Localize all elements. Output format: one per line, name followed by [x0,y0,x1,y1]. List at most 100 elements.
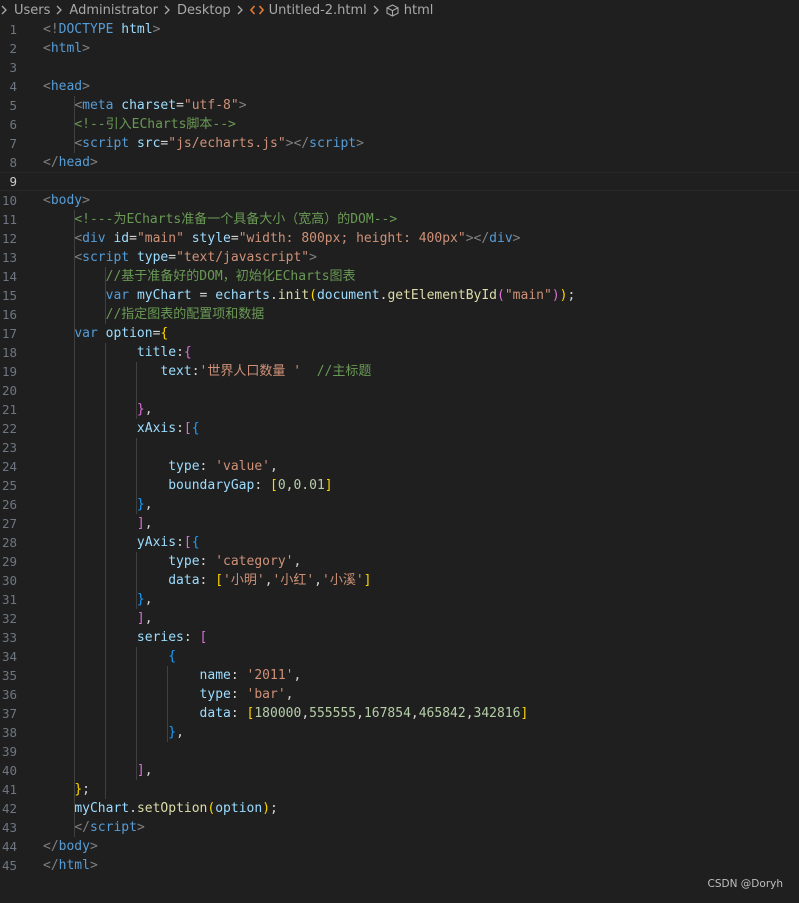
code-text: < div id = "main" style = "width: 800px; heig… [43,229,520,248]
code-line[interactable]: 42 myChart. setOption(option); [0,799,799,818]
code-line[interactable]: 40 ], [0,761,799,780]
code-token: } [74,782,83,797]
breadcrumb-item-file[interactable]: Untitled-2.html [269,3,367,18]
line-number: 36 [1,687,17,702]
code-line[interactable]: 43 </script > [0,818,799,837]
code-line[interactable]: 25 boundaryGap: [0, 0.01] [0,476,799,495]
code-token: "utf-8" [183,98,239,113]
code-line[interactable]: 19 text: '世界人口数量 ' //主标题 [0,362,799,381]
code-token: style [191,231,231,246]
code-line[interactable]: 26 }, [0,495,799,514]
code-line[interactable]: 34 { [0,647,799,666]
code-line[interactable]: 30 data: ['小明', '小红', '小溪'] [0,571,799,590]
code-line[interactable]: 6 <!--引入ECharts脚本--> [0,115,799,134]
code-line[interactable]: 9 [0,172,799,191]
code-editor[interactable]: 1 <! DOCTYPE html >2 < html >3 4 < head >5 < meta c… [0,20,799,884]
code-line[interactable]: 14 //基于准备好的DOM，初始化ECharts图表 [0,267,799,286]
code-text: myChart. setOption(option); [43,799,278,818]
code-line[interactable]: 20 [0,381,799,400]
code-text: < html > [43,39,90,58]
code-line[interactable]: 1 <! DOCTYPE html > [0,20,799,39]
code-line[interactable]: 17 var option ={ [0,324,799,343]
line-number: 24 [1,459,17,474]
breadcrumb-item-html[interactable]: html [404,3,434,18]
code-token: name [199,668,231,683]
code-token: { [160,326,169,341]
code-token: = [168,250,177,265]
code-line[interactable]: 10 < body > [0,191,799,210]
code-line[interactable]: 4 < head > [0,77,799,96]
code-token: type [136,250,169,265]
code-line[interactable]: 45 </html > [0,856,799,875]
line-number: 10 [1,193,17,208]
code-text: data: ['小明', '小红', '小溪'] [43,571,371,590]
code-line[interactable]: 29 type: 'category', [0,552,799,571]
code-token: [ [246,706,255,721]
code-token: { [191,421,200,436]
code-line[interactable]: 27 ], [0,514,799,533]
breadcrumb-item-desktop[interactable]: Desktop [177,3,231,18]
code-token: [ [215,573,224,588]
code-token: echarts [215,288,271,303]
code-token: document [316,288,380,303]
breadcrumb-item-users[interactable]: Users [14,3,50,18]
code-line[interactable]: 5 < meta charset = "utf-8" > [0,96,799,115]
code-line[interactable]: 21 }, [0,400,799,419]
code-token: < [43,41,51,56]
code-line[interactable]: 36 type: 'bar', [0,685,799,704]
indent-guide [136,647,137,780]
code-token: ></ [465,231,490,246]
code-line[interactable]: 44 </body > [0,837,799,856]
line-number: 4 [9,79,17,94]
code-line[interactable]: 41 }; [0,780,799,799]
code-line[interactable]: 37 data: [180000, 555555, 167854, 465842, 34… [0,704,799,723]
code-line[interactable]: 23 [0,438,799,457]
code-token: data [168,573,200,588]
code-text: }; [43,780,90,799]
code-line[interactable]: 38 }, [0,723,799,742]
code-token: src [136,136,161,151]
code-line[interactable]: 24 type: 'value', [0,457,799,476]
code-token: option [105,326,153,341]
code-token: DOCTYPE [58,22,114,37]
code-token: = [160,136,169,151]
code-line[interactable]: 7 < script src = "js/echarts.js" ></script > [0,134,799,153]
code-text: </script > [43,818,144,837]
code-token: = [152,326,161,341]
code-token: < [74,136,83,151]
code-line[interactable]: 33 series: [ [0,628,799,647]
code-line[interactable]: 3 [0,58,799,77]
code-line[interactable]: 2 < html > [0,39,799,58]
code-line[interactable]: 11 <!---为ECharts准备一个具备大小（宽高）的DOM--> [0,210,799,229]
code-line[interactable]: 15 var myChart = echarts. init(document. g… [0,286,799,305]
code-text: series: [ [43,628,207,647]
indent-guide [136,438,137,514]
code-token: ; [270,801,278,816]
code-token: , [285,687,294,702]
code-line[interactable]: 13 < script type = "text/javascript" > [0,248,799,267]
breadcrumb-item-administrator[interactable]: Administrator [69,3,158,18]
indent-guide [74,96,75,153]
code-line[interactable]: 31 }, [0,590,799,609]
code-line[interactable]: 28 yAxis:[{ [0,533,799,552]
line-number: 5 [9,98,17,113]
code-token: 167854 [363,706,411,721]
code-line[interactable]: 39 [0,742,799,761]
code-line[interactable]: 16 //指定图表的配置项和数据 [0,305,799,324]
code-token: , [144,592,153,607]
code-token: , [410,706,419,721]
code-line[interactable]: 12 < div id = "main" style = "width: 800px; h… [0,229,799,248]
code-line[interactable]: 22 xAxis:[{ [0,419,799,438]
code-token: head [50,79,83,94]
code-line[interactable]: 18 title:{ [0,343,799,362]
code-line[interactable]: 8 </head > [0,153,799,172]
line-number: 6 [9,117,17,132]
code-token: "main" [504,288,552,303]
line-number: 21 [1,402,17,417]
code-line[interactable]: 35 name: '2011', [0,666,799,685]
code-line[interactable]: 32 ], [0,609,799,628]
line-number: 45 [1,858,17,873]
